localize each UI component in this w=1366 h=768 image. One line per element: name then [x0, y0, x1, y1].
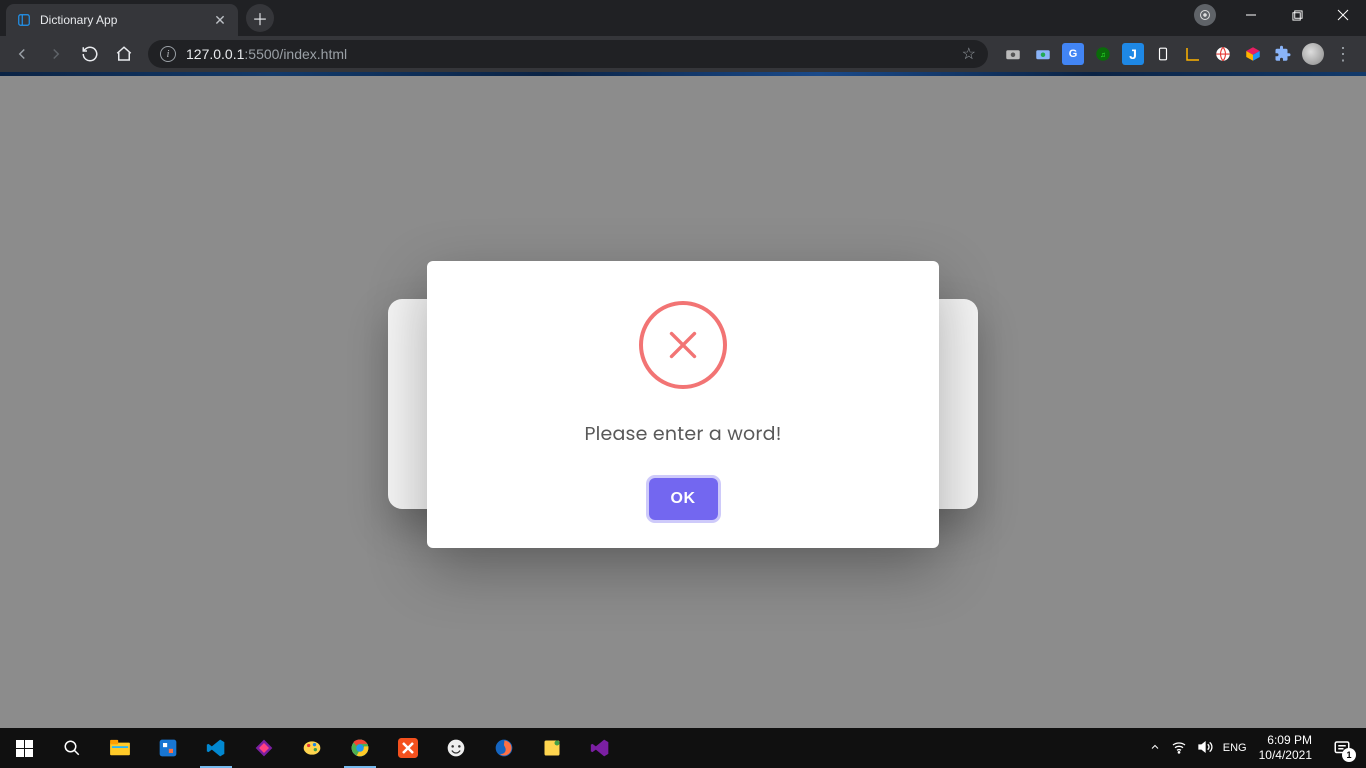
firefox-icon[interactable]: [480, 728, 528, 768]
home-button[interactable]: [108, 38, 140, 70]
visual-studio-icon[interactable]: [576, 728, 624, 768]
extension-ruler-icon[interactable]: [1182, 43, 1204, 65]
window-controls: [1194, 0, 1366, 30]
maximize-button[interactable]: [1274, 0, 1320, 30]
extension-green-icon[interactable]: ♫: [1092, 43, 1114, 65]
search-button[interactable]: [48, 728, 96, 768]
clock-date: 10/4/2021: [1259, 748, 1312, 763]
close-tab-icon[interactable]: ✕: [212, 12, 228, 29]
extension-screenshot-icon[interactable]: [1032, 43, 1054, 65]
close-window-button[interactable]: [1320, 0, 1366, 30]
error-icon: [639, 301, 727, 389]
new-tab-button[interactable]: ＋: [246, 4, 274, 32]
vscode-icon[interactable]: [192, 728, 240, 768]
bookmark-star-icon[interactable]: ☆: [962, 44, 976, 64]
wifi-icon[interactable]: [1171, 739, 1187, 758]
forward-button[interactable]: [40, 38, 72, 70]
extension-translate-icon[interactable]: G: [1062, 43, 1084, 65]
profile-avatar-icon[interactable]: [1302, 43, 1324, 65]
start-button[interactable]: [0, 728, 48, 768]
notifications-button[interactable]: 1: [1324, 728, 1360, 768]
alert-message: Please enter a word!: [584, 419, 781, 448]
ok-button[interactable]: OK: [649, 478, 718, 520]
favicon-icon: [16, 12, 32, 28]
taskbar-app-3-icon[interactable]: [528, 728, 576, 768]
browser-menu-button[interactable]: ⋮: [1332, 44, 1354, 65]
clock[interactable]: 6:09 PM 10/4/2021: [1259, 733, 1312, 763]
url-text: 127.0.0.1:5500/index.html: [186, 46, 347, 62]
extension-icons: G ♫ J ⋮: [996, 43, 1360, 65]
tab-strip: Dictionary App ✕ ＋: [0, 0, 1366, 36]
viewport: Please enter a word! OK: [0, 76, 1366, 732]
language-icon[interactable]: ENG: [1223, 742, 1247, 754]
taskbar-app-2-icon[interactable]: [240, 728, 288, 768]
xmind-icon[interactable]: [384, 728, 432, 768]
extension-phone-icon[interactable]: [1152, 43, 1174, 65]
emoji-icon[interactable]: [432, 728, 480, 768]
site-info-icon[interactable]: i: [160, 46, 176, 62]
chrome-icon[interactable]: [336, 728, 384, 768]
modal-backdrop[interactable]: Please enter a word! OK: [0, 76, 1366, 732]
tab-title: Dictionary App: [40, 13, 204, 27]
taskbar-apps: [0, 728, 624, 768]
browser-tab[interactable]: Dictionary App ✕: [6, 4, 238, 36]
minimize-button[interactable]: [1228, 0, 1274, 30]
extension-j-icon[interactable]: J: [1122, 43, 1144, 65]
browser-chrome: Dictionary App ✕ ＋ i: [0, 0, 1366, 72]
url-input[interactable]: i 127.0.0.1:5500/index.html ☆: [148, 40, 988, 68]
extension-camera-icon[interactable]: [1002, 43, 1024, 65]
alert-modal: Please enter a word! OK: [427, 261, 939, 548]
account-badge-icon[interactable]: [1194, 4, 1216, 26]
back-button[interactable]: [6, 38, 38, 70]
reload-button[interactable]: [74, 38, 106, 70]
svg-text:♫: ♫: [1100, 50, 1106, 59]
extensions-puzzle-icon[interactable]: [1272, 43, 1294, 65]
address-bar: i 127.0.0.1:5500/index.html ☆ G ♫ J: [0, 36, 1366, 72]
file-explorer-icon[interactable]: [96, 728, 144, 768]
clock-time: 6:09 PM: [1259, 733, 1312, 748]
paint-icon[interactable]: [288, 728, 336, 768]
taskbar: ENG 6:09 PM 10/4/2021 1: [0, 728, 1366, 768]
tray-chevron-icon[interactable]: [1149, 740, 1161, 756]
taskbar-app-1-icon[interactable]: [144, 728, 192, 768]
extension-cube-icon[interactable]: [1242, 43, 1264, 65]
notification-count: 1: [1342, 748, 1356, 762]
volume-icon[interactable]: [1197, 739, 1213, 758]
extension-ball-icon[interactable]: [1212, 43, 1234, 65]
system-tray: ENG 6:09 PM 10/4/2021 1: [1149, 728, 1366, 768]
